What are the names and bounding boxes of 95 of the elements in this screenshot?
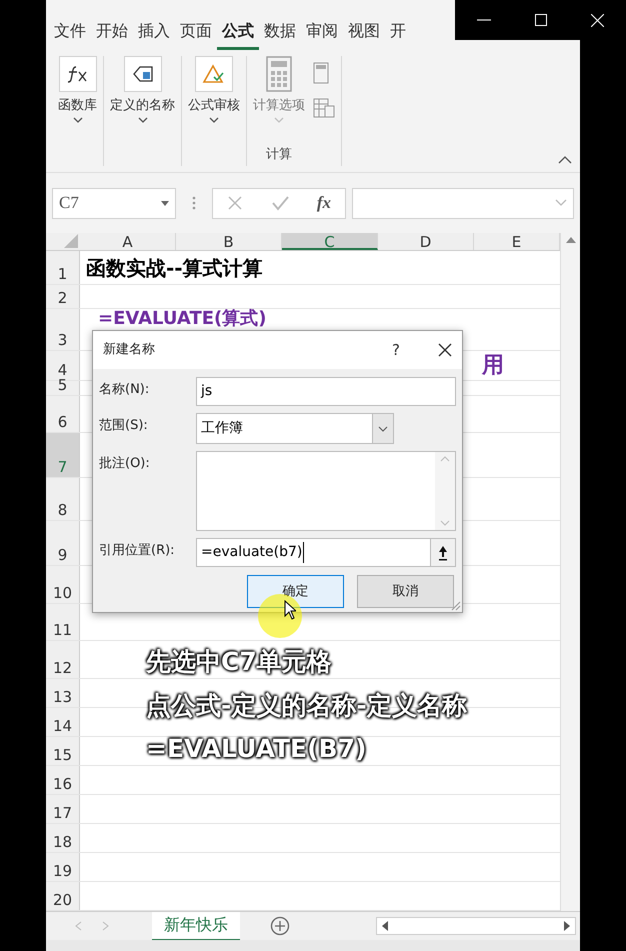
- resize-grip-icon[interactable]: [451, 601, 461, 611]
- previous-sheet-icon[interactable]: [74, 921, 82, 931]
- command-label: 函数库: [58, 97, 97, 115]
- group-label: 计算: [266, 146, 292, 164]
- caret-icon: [274, 116, 284, 124]
- scope-dropdown[interactable]: 工作簿: [196, 413, 394, 444]
- row-header[interactable]: 15: [46, 737, 80, 765]
- command-label: 公式审核: [188, 97, 240, 115]
- row-header[interactable]: 20: [46, 882, 80, 910]
- command-label: 定义的名称: [110, 97, 175, 115]
- row-header[interactable]: 1: [46, 251, 80, 284]
- row-header[interactable]: 10: [46, 566, 80, 603]
- scroll-down-icon: [440, 520, 450, 526]
- ribbon-tab[interactable]: 视图: [343, 19, 385, 50]
- scroll-up-icon[interactable]: [564, 235, 578, 245]
- scroll-left-icon: [381, 921, 389, 931]
- reference-field[interactable]: =evaluate(b7): [196, 538, 456, 567]
- maximize-icon[interactable]: [535, 14, 547, 26]
- column-header[interactable]: A: [80, 233, 176, 250]
- cursor-icon: [284, 600, 296, 620]
- ribbon-tab[interactable]: 文件: [49, 19, 91, 50]
- row-header[interactable]: 2: [46, 285, 80, 308]
- warning-check-icon: [195, 56, 233, 92]
- caret-icon: [138, 116, 148, 124]
- scroll-up-icon: [440, 456, 450, 462]
- cell-title: 函数实战--算式计算: [85, 254, 263, 282]
- row-header[interactable]: 14: [46, 708, 80, 736]
- row-header[interactable]: 9: [46, 521, 80, 565]
- dialog-button[interactable]: 确定: [247, 575, 344, 608]
- formula-input[interactable]: [352, 188, 574, 218]
- row-header[interactable]: 17: [46, 795, 80, 823]
- caption-line: 点公式-定义的名称-定义名称: [146, 690, 467, 722]
- row-header[interactable]: 6: [46, 396, 80, 432]
- column-header[interactable]: D: [378, 233, 474, 250]
- row-header[interactable]: 12: [46, 641, 80, 678]
- grip-icon: [192, 196, 196, 210]
- scroll-right-icon: [563, 921, 571, 931]
- ribbon-tab[interactable]: 审阅: [301, 19, 343, 50]
- row-header[interactable]: 19: [46, 853, 80, 881]
- name-box[interactable]: C7: [52, 188, 176, 218]
- ribbon-tab[interactable]: 公式: [217, 19, 259, 50]
- dialog-button[interactable]: 取消: [357, 575, 454, 608]
- row-header[interactable]: 11: [46, 604, 80, 640]
- cancel-icon[interactable]: [226, 195, 243, 211]
- collapse-icon[interactable]: [558, 156, 572, 164]
- caption-line: 先选中C7单元格: [146, 646, 334, 678]
- add-sheet-icon[interactable]: [270, 916, 290, 936]
- caption-line: =EVALUATE(B7): [146, 733, 368, 765]
- calculator-icon: [266, 56, 292, 92]
- comment-field[interactable]: [196, 451, 456, 531]
- ribbon-tab[interactable]: 数据: [259, 19, 301, 50]
- caret-icon: [209, 116, 219, 124]
- cell-text: 用: [482, 352, 504, 380]
- table-calculator-icon[interactable]: [313, 98, 335, 118]
- tag-icon: [124, 56, 162, 92]
- row-header[interactable]: 4: [46, 351, 80, 380]
- ribbon-tab[interactable]: 插入: [133, 19, 175, 50]
- name-field[interactable]: js: [196, 377, 456, 406]
- ribbon-tab[interactable]: 开: [385, 19, 411, 50]
- check-icon[interactable]: [270, 195, 289, 211]
- row-header[interactable]: 13: [46, 679, 80, 707]
- ribbon-command[interactable]: 函数库: [58, 56, 97, 124]
- function-icon: [58, 56, 96, 92]
- expand-icon: [555, 199, 567, 207]
- row-header[interactable]: 8: [46, 478, 80, 520]
- field-label: 名称(N):: [99, 381, 150, 399]
- next-sheet-icon[interactable]: [102, 921, 110, 931]
- dropdown-icon: [161, 200, 169, 206]
- cell-formula: =EVALUATE(算式): [97, 309, 266, 329]
- help-button[interactable]: ?: [392, 338, 400, 362]
- close-icon[interactable]: [438, 343, 452, 357]
- row-header[interactable]: 3: [46, 309, 80, 350]
- row-header[interactable]: 7: [46, 433, 80, 477]
- row-header[interactable]: 5: [46, 381, 80, 395]
- column-header[interactable]: C: [282, 233, 378, 250]
- command-label: 计算选项: [253, 97, 305, 115]
- ribbon-tab[interactable]: 页面: [175, 19, 217, 50]
- row-header[interactable]: 18: [46, 824, 80, 852]
- minimize-icon[interactable]: [477, 19, 491, 21]
- calculator-icon[interactable]: [313, 62, 329, 84]
- insert-function-button[interactable]: fx: [316, 190, 332, 216]
- ribbon-command[interactable]: 公式审核: [188, 56, 240, 124]
- field-label: 批注(O):: [99, 455, 151, 473]
- select-all-icon[interactable]: [64, 234, 78, 248]
- caret-icon: [378, 426, 388, 432]
- dialog-title: 新建名称: [103, 341, 155, 360]
- caret-icon: [72, 116, 82, 124]
- ribbon-tab[interactable]: 开始: [91, 19, 133, 50]
- field-label: 范围(S):: [99, 417, 149, 435]
- row-header[interactable]: 16: [46, 766, 80, 794]
- ribbon-command[interactable]: 定义的名称: [110, 56, 175, 124]
- sheet-tab[interactable]: 新年快乐: [152, 912, 240, 940]
- collapse-dialog-icon[interactable]: [438, 544, 448, 560]
- horizontal-scrollbar[interactable]: [376, 917, 576, 935]
- field-label: 引用位置(R):: [99, 542, 176, 560]
